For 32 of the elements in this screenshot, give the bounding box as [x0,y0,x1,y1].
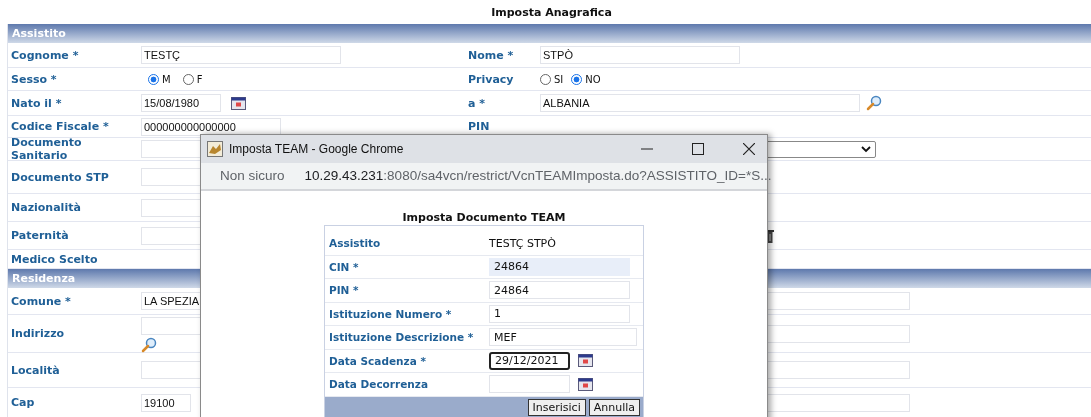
field-label: Istituzione Descrizione * [329,331,474,344]
field-label: Cognome * [11,48,79,62]
security-label: Non sicuro [220,167,285,185]
page-title: Imposta Anagrafica [490,5,613,21]
field-label: Paternità [11,229,69,242]
field-label: Data Decorrenza [329,378,428,391]
field-label: Nazionalità [11,201,81,214]
field-label: Nato il * [11,96,62,110]
radio-label: NO [585,73,601,85]
field-label: Data Scadenza * [329,354,426,367]
field-label: Privacy [468,72,514,86]
field-label: Sesso * [11,72,57,86]
radio-label: SI [554,73,564,85]
field-label: Istituzione Numero * [329,307,452,320]
field-label: Nome * [468,48,514,62]
field-label: PIN [468,120,490,133]
field-label: Codice Fiscale * [11,120,109,133]
field-label: Indirizzo [11,327,65,340]
field-value: TESTÇ STPÒ [489,236,556,250]
section-header: Assistito [8,24,1091,43]
field-label: Comune * [11,294,71,308]
field-label: Località [11,363,60,377]
field-label: Documento STP [11,170,109,184]
field-label: Cap [11,396,35,409]
field-label: Medico Scelto [11,252,98,266]
radio-label: M [162,73,171,85]
field-label: Assistito [329,237,381,250]
field-label: a * [468,96,485,110]
window-title: Imposta TEAM - Google Chrome [229,142,405,156]
dialog-title: Imposta Documento TEAM [401,211,567,225]
radio-label: F [196,73,203,85]
field-label: Documento Sanitario [11,136,82,162]
